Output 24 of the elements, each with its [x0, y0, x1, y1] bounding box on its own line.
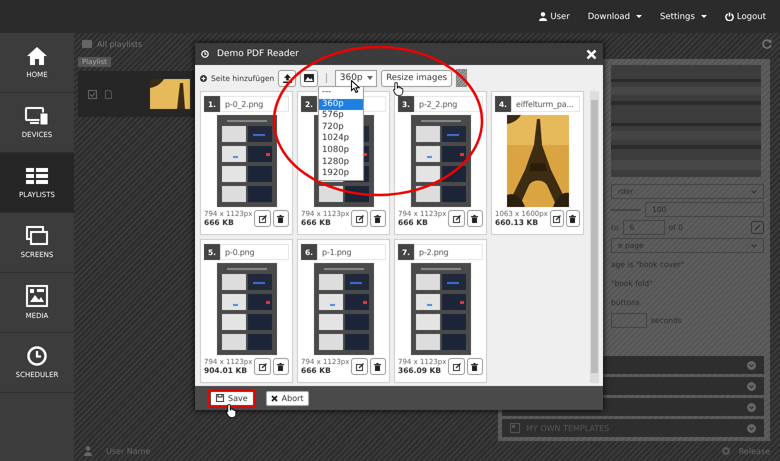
nav-link[interactable]: User	[539, 12, 570, 22]
nav-link[interactable]: Settings	[660, 12, 707, 22]
name-field[interactable]: p-1.png	[317, 244, 386, 260]
dropdown-option[interactable]: 1920p	[319, 168, 363, 180]
dropdown-option[interactable]: 1080p	[319, 144, 363, 157]
resolution-select[interactable]: 360p	[335, 70, 378, 86]
dropdown-option[interactable]: 576p	[319, 110, 363, 122]
nav-link[interactable]: Download	[588, 12, 642, 22]
nav-link[interactable]: Logout	[724, 12, 766, 22]
dropdown-option[interactable]: 1280p	[319, 156, 363, 168]
name-field[interactable]: p-2_2.png	[414, 96, 483, 112]
abort-button[interactable]: Abort	[266, 390, 309, 406]
dialog-title: Demo PDF Reader	[217, 49, 299, 59]
name-field[interactable]: p-2.png	[414, 244, 483, 260]
name-field[interactable]: eiffelturm_pa...	[511, 96, 580, 112]
user-name: User Name	[106, 446, 150, 456]
dropdown-option[interactable]: 1024p	[319, 133, 363, 145]
resize-button[interactable]: Resize images	[381, 70, 452, 86]
dropdown-option[interactable]: 720p	[319, 122, 363, 134]
name-field[interactable]: p-0_2.png	[220, 96, 289, 112]
dropdown-option[interactable]: ---	[319, 87, 363, 99]
dropdown-option[interactable]: 360p	[319, 98, 363, 110]
save-button[interactable]: Save	[208, 388, 256, 408]
name-field[interactable]: p-0.png	[220, 244, 289, 260]
